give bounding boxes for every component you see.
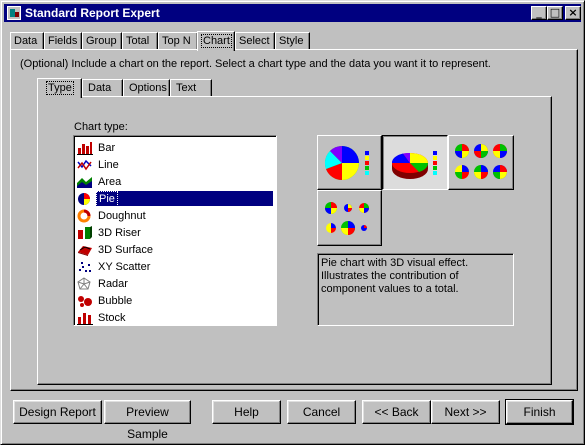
help-button[interactable]: Help <box>212 400 281 424</box>
inner-tab-strip: Type Data Options Text <box>1 77 585 98</box>
app-icon <box>7 6 21 20</box>
list-item-xy-scatter[interactable]: XY Scatter <box>77 258 273 275</box>
tab-group[interactable]: Group <box>82 32 122 50</box>
design-report-button[interactable]: Design Report <box>13 400 102 424</box>
xy-scatter-icon <box>77 260 93 274</box>
tab-fields[interactable]: Fields <box>44 32 82 50</box>
tab-select[interactable]: Select <box>235 32 275 50</box>
chart-variant-description: Pie chart with 3D visual effect. Illustr… <box>317 253 514 326</box>
bubble-chart-icon <box>77 294 93 308</box>
chart-step-description: (Optional) Include a chart on the report… <box>20 58 491 70</box>
outer-tab-strip: Data Fields Group Total Top N Chart Sele… <box>1 30 585 51</box>
list-item-radar[interactable]: Radar <box>77 275 273 292</box>
list-item-pie[interactable]: Pie <box>77 190 273 207</box>
chart-type-label: Chart type: <box>74 121 128 133</box>
inner-tab-text[interactable]: Text <box>170 79 212 97</box>
multiple-pies-icon <box>455 144 507 179</box>
maximize-button[interactable]: □ <box>547 6 563 20</box>
list-item-doughnut[interactable]: Doughnut <box>77 207 273 224</box>
3d-surface-icon <box>77 243 93 257</box>
tab-data[interactable]: Data <box>10 32 44 50</box>
radar-chart-icon <box>77 276 93 291</box>
list-item-stock[interactable]: Stock <box>77 309 273 326</box>
list-item-bar[interactable]: Bar <box>77 139 273 156</box>
window-title: Standard Report Expert <box>25 6 160 20</box>
proportional-pies-icon <box>325 202 369 235</box>
line-chart-icon <box>77 158 93 172</box>
pie-variant-3d-legend[interactable] <box>382 135 448 190</box>
finish-button[interactable]: Finish <box>505 399 574 425</box>
pie-variant-proportional[interactable] <box>317 190 382 246</box>
inner-tab-type[interactable]: Type <box>37 78 82 98</box>
tab-chart[interactable]: Chart <box>197 31 235 51</box>
preview-sample-button[interactable]: Preview Sample <box>104 400 191 441</box>
doughnut-chart-icon <box>77 209 93 223</box>
list-item-area[interactable]: Area <box>77 173 273 190</box>
pie-variant-multiple[interactable] <box>448 135 514 190</box>
3d-pie-icon <box>391 151 437 179</box>
list-item-line[interactable]: Line <box>77 156 273 173</box>
inner-tab-options[interactable]: Options <box>123 79 170 97</box>
list-item-bubble[interactable]: Bubble <box>77 292 273 309</box>
cancel-button[interactable]: Cancel <box>287 400 356 424</box>
tab-total[interactable]: Total <box>122 32 158 50</box>
back-button[interactable]: << Back <box>362 400 431 424</box>
3d-riser-icon <box>77 225 93 240</box>
list-item-3d-surface[interactable]: 3D Surface <box>77 241 273 258</box>
stock-chart-icon <box>77 311 93 325</box>
next-button[interactable]: Next >> <box>431 400 500 424</box>
close-button[interactable]: × <box>565 6 581 20</box>
pie-chart-icon <box>77 192 93 206</box>
area-chart-icon <box>77 175 93 189</box>
list-item-3d-riser[interactable]: 3D Riser <box>77 224 273 241</box>
inner-tab-data[interactable]: Data <box>82 79 123 97</box>
flat-pie-icon <box>324 146 369 181</box>
chart-type-list[interactable]: Bar Line Area Pie Doughnut 3D Riser 3D S… <box>73 135 277 326</box>
tab-style[interactable]: Style <box>275 32 310 50</box>
report-expert-window: Standard Report Expert _ □ × Data Fields… <box>0 0 585 445</box>
minimize-button[interactable]: _ <box>531 6 547 20</box>
title-bar[interactable]: Standard Report Expert _ □ × <box>4 4 581 22</box>
bar-chart-icon <box>77 141 93 155</box>
pie-variant-flat-legend[interactable] <box>317 135 382 190</box>
tab-top-n[interactable]: Top N <box>158 32 198 50</box>
